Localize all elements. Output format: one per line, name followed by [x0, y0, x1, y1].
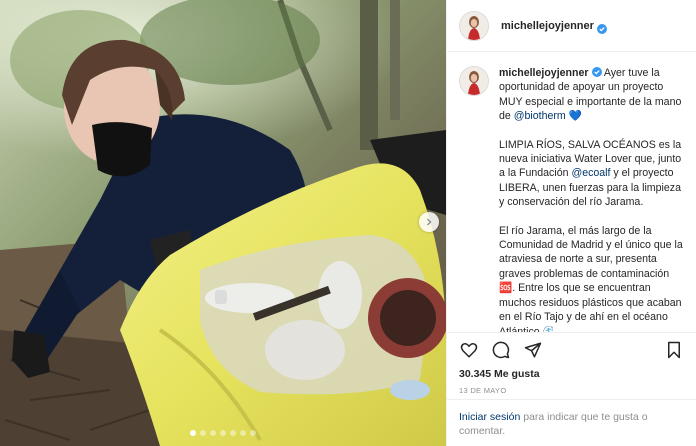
mention-link[interactable]: @ecoalf [571, 167, 610, 179]
caption-area: michellejoyjenner Ayer tuve la oportunid… [447, 52, 696, 332]
carousel-dot [220, 430, 226, 436]
caption-author[interactable]: michellejoyjenner [499, 67, 589, 79]
username[interactable]: michellejoyjenner [501, 20, 594, 32]
share-button[interactable] [521, 338, 545, 362]
carousel-dots [0, 430, 446, 436]
photo-scene [0, 0, 446, 446]
share-icon [524, 341, 542, 359]
comment-icon [492, 341, 510, 359]
chevron-right-icon [424, 217, 434, 227]
save-button[interactable] [662, 338, 686, 362]
post-side-panel: michellejoyjenner michellejoyjenner Ayer… [446, 0, 696, 446]
carousel-dot [200, 430, 206, 436]
comment-button[interactable] [489, 338, 513, 362]
carousel-dot [250, 430, 256, 436]
carousel-dot [240, 430, 246, 436]
mention-link[interactable]: @biotherm [514, 110, 566, 122]
post-date[interactable]: 13 DE MAYO [447, 382, 696, 400]
instagram-post: michellejoyjenner michellejoyjenner Ayer… [0, 0, 696, 446]
heart-icon [460, 341, 478, 359]
action-bar [447, 332, 696, 366]
caption-paragraph-1: michellejoyjenner Ayer tuve la oportunid… [499, 66, 684, 124]
caption-text-segment: . Entre los que se encuentran muchos res… [499, 282, 682, 332]
avatar[interactable] [459, 10, 489, 41]
caption-text: michellejoyjenner Ayer tuve la oportunid… [499, 66, 684, 332]
caption-avatar[interactable] [459, 66, 489, 96]
like-button[interactable] [457, 338, 481, 362]
verified-badge-icon [596, 21, 607, 34]
login-prompt: Iniciar sesión para indicar que te gusta… [447, 400, 696, 446]
carousel-dot [190, 430, 196, 436]
login-link[interactable]: Iniciar sesión [459, 411, 520, 423]
next-photo-button[interactable] [419, 212, 439, 232]
blue-heart-emoji: 💙 [568, 110, 582, 123]
likes-count[interactable]: 30.345 Me gusta [447, 366, 696, 382]
sos-emoji: 🆘 [499, 282, 513, 295]
caption-text-segment: El río Jarama, el más largo de la Comuni… [499, 224, 683, 280]
caption-paragraph-3: El río Jarama, el más largo de la Comuni… [499, 224, 684, 332]
post-photo[interactable] [0, 0, 446, 446]
caption-paragraph-2: LIMPIA RÍOS, SALVA OCÉANOS es la nueva i… [499, 138, 684, 210]
carousel-dot [210, 430, 216, 436]
verified-badge-icon [591, 67, 602, 77]
bookmark-icon [666, 341, 682, 359]
post-header: michellejoyjenner [447, 0, 696, 52]
carousel-dot [230, 430, 236, 436]
